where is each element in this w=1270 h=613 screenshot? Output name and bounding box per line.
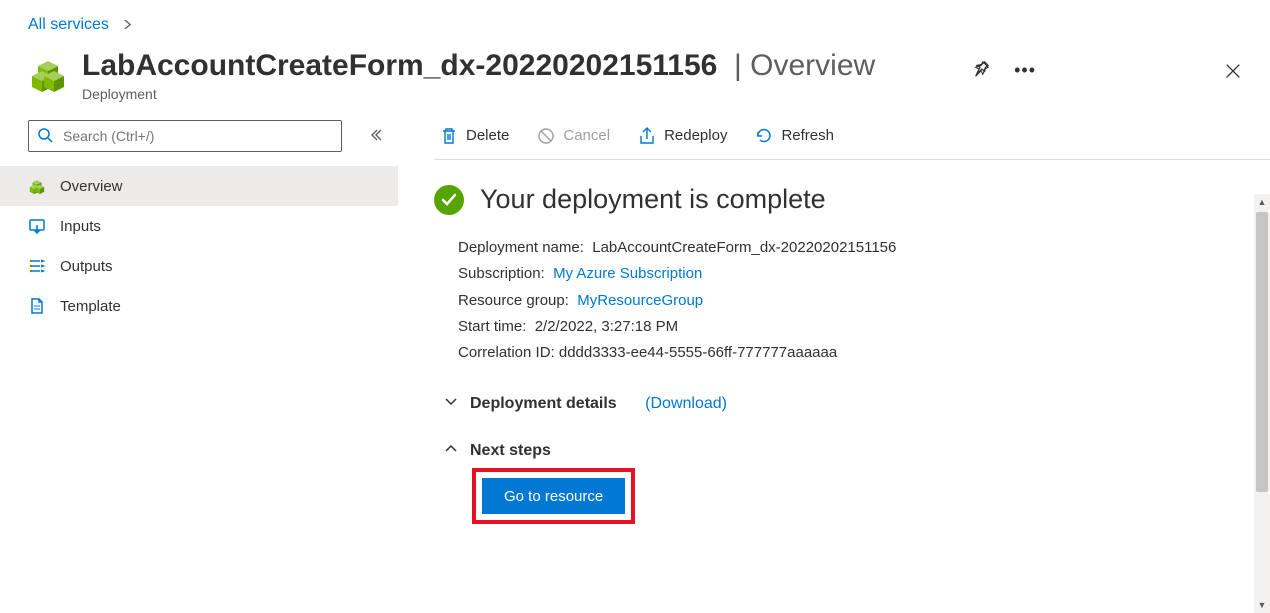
- sidebar: Overview Inputs Outputs Template: [0, 112, 398, 595]
- vertical-scrollbar[interactable]: ▲ ▼: [1254, 194, 1270, 613]
- scroll-thumb[interactable]: [1256, 212, 1268, 492]
- page-subtitle: Deployment: [82, 86, 972, 102]
- detail-label: Deployment name:: [458, 239, 584, 256]
- sidebar-nav: Overview Inputs Outputs Template: [0, 160, 398, 326]
- go-to-resource-highlight: Go to resource: [472, 468, 635, 524]
- title-resource-name: LabAccountCreateForm_dx-20220202151156: [82, 49, 717, 82]
- delete-button[interactable]: Delete: [440, 127, 509, 145]
- toolbar: Delete Cancel Redeploy Refresh: [434, 112, 1270, 160]
- refresh-button[interactable]: Refresh: [755, 127, 834, 145]
- sidebar-item-overview[interactable]: Overview: [0, 166, 398, 206]
- outputs-icon: [28, 257, 46, 275]
- toolbar-label: Cancel: [563, 127, 610, 144]
- title-page-name: Overview: [750, 49, 875, 82]
- detail-label: Correlation ID:: [458, 344, 555, 361]
- chevron-down-icon: [444, 394, 458, 413]
- search-icon: [37, 127, 53, 146]
- redeploy-icon: [638, 127, 656, 145]
- sidebar-item-label: Outputs: [60, 258, 113, 275]
- section-title: Deployment details: [470, 395, 617, 413]
- chevron-up-icon: [444, 441, 458, 460]
- status-message: Your deployment is complete: [480, 184, 826, 215]
- sidebar-item-label: Inputs: [60, 218, 101, 235]
- scroll-down-arrow-icon[interactable]: ▼: [1254, 597, 1270, 613]
- template-icon: [28, 297, 46, 315]
- cancel-icon: [537, 127, 555, 145]
- resource-group-link[interactable]: MyResourceGroup: [577, 292, 703, 309]
- main-content: Delete Cancel Redeploy Refresh: [398, 112, 1270, 595]
- search-input[interactable]: [61, 127, 333, 145]
- deployment-details-list: Deployment name: LabAccountCreateForm_dx…: [458, 235, 1270, 366]
- search-box[interactable]: [28, 120, 342, 152]
- collapse-sidebar-icon[interactable]: [368, 128, 382, 145]
- subscription-link[interactable]: My Azure Subscription: [553, 265, 702, 282]
- refresh-icon: [755, 127, 773, 145]
- toolbar-label: Refresh: [781, 127, 834, 144]
- success-check-icon: [434, 185, 464, 215]
- deployment-details-section[interactable]: Deployment details (Download): [444, 394, 1270, 413]
- deployment-cubes-icon: [28, 54, 68, 94]
- sidebar-item-label: Overview: [60, 178, 123, 195]
- more-icon[interactable]: •••: [1014, 60, 1036, 81]
- toolbar-label: Redeploy: [664, 127, 727, 144]
- page-header: LabAccountCreateForm_dx-20220202151156 |…: [0, 42, 1270, 112]
- pin-icon[interactable]: [972, 60, 990, 81]
- breadcrumb: All services: [0, 0, 1270, 42]
- sidebar-item-outputs[interactable]: Outputs: [0, 246, 398, 286]
- detail-label: Subscription:: [458, 265, 545, 282]
- cancel-button: Cancel: [537, 127, 610, 145]
- breadcrumb-link-all-services[interactable]: All services: [28, 16, 109, 33]
- detail-label: Start time:: [458, 318, 526, 335]
- next-steps-section[interactable]: Next steps: [444, 441, 1270, 460]
- trash-icon: [440, 127, 458, 145]
- detail-value-correlation: dddd3333-ee44-5555-66ff-777777aaaaaa: [559, 344, 837, 361]
- detail-label: Resource group:: [458, 292, 569, 309]
- section-title: Next steps: [470, 442, 551, 460]
- close-icon[interactable]: [1224, 62, 1242, 80]
- redeploy-button[interactable]: Redeploy: [638, 127, 727, 145]
- detail-value-start-time: 2/2/2022, 3:27:18 PM: [535, 318, 678, 335]
- chevron-right-icon: [123, 18, 132, 32]
- status-row: Your deployment is complete: [434, 184, 1270, 215]
- go-to-resource-button[interactable]: Go to resource: [482, 478, 625, 514]
- page-title: LabAccountCreateForm_dx-20220202151156 |…: [82, 48, 972, 84]
- inputs-icon: [28, 217, 46, 235]
- sidebar-item-inputs[interactable]: Inputs: [0, 206, 398, 246]
- sidebar-item-template[interactable]: Template: [0, 286, 398, 326]
- detail-value-deployment: LabAccountCreateForm_dx-20220202151156: [592, 239, 896, 256]
- sidebar-item-label: Template: [60, 298, 121, 315]
- scroll-up-arrow-icon[interactable]: ▲: [1254, 194, 1270, 210]
- toolbar-label: Delete: [466, 127, 509, 144]
- cubes-icon: [28, 177, 46, 195]
- download-link[interactable]: (Download): [645, 395, 727, 413]
